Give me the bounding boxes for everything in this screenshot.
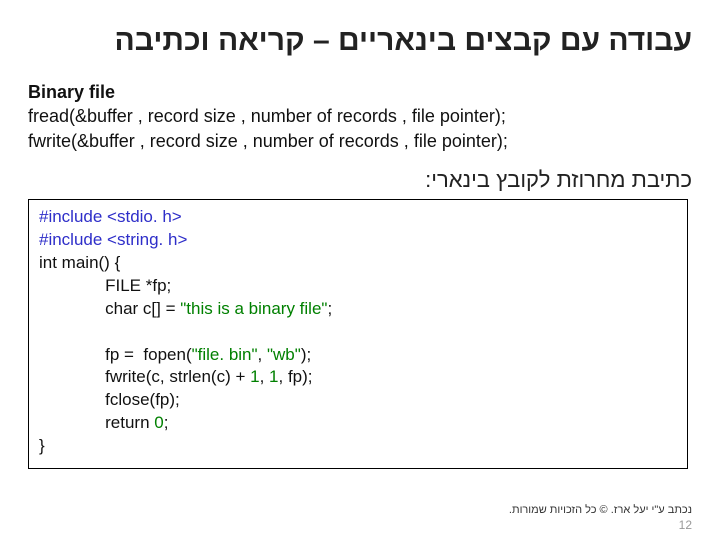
code-num-2: 1 — [269, 367, 278, 386]
code-return-c: ; — [164, 413, 169, 432]
code-num-3: 0 — [154, 413, 163, 432]
code-fwrite-c: , — [260, 367, 269, 386]
page-number: 12 — [509, 518, 692, 532]
code-return-a: return — [39, 413, 154, 432]
code-char-b: c[] — [143, 299, 161, 318]
desc-heading: Binary file — [28, 82, 115, 102]
code-filep: FILE *fp; — [39, 276, 171, 295]
slide-title: עבודה עם קבצים בינאריים – קריאה וכתיבה — [28, 24, 692, 58]
code-char-c: = — [161, 299, 180, 318]
code-string-2: "file. bin" — [192, 345, 258, 364]
code-include-2: #include — [39, 230, 102, 249]
code-num-1: 1 — [250, 367, 259, 386]
code-string-3: "wb" — [267, 345, 301, 364]
desc-fwrite: fwrite(&buffer , record size , number of… — [28, 131, 508, 151]
subtitle: כתיבת מחרוזת לקובץ בינארי: — [28, 167, 692, 193]
binary-file-description: Binary file fread(&buffer , record size … — [28, 80, 692, 153]
code-fopen-c: , — [258, 345, 267, 364]
code-char-e: ; — [327, 299, 332, 318]
code-fopen-a: fp = fopen( — [39, 345, 192, 364]
code-fwrite-e: , fp); — [279, 367, 313, 386]
code-main: int main() { — [39, 253, 120, 272]
code-include-1: #include — [39, 207, 102, 226]
code-closebrace: } — [39, 436, 45, 455]
code-fopen-e: ); — [301, 345, 311, 364]
code-block: #include <stdio. h> #include <string. h>… — [28, 199, 688, 469]
code-fclose: fclose(fp); — [39, 390, 180, 409]
code-char-a: char — [39, 299, 143, 318]
desc-fread: fread(&buffer , record size , number of … — [28, 106, 506, 126]
code-include-2-arg: <string. h> — [102, 230, 187, 249]
code-string-1: "this is a binary file" — [180, 299, 327, 318]
code-include-1-arg: <stdio. h> — [102, 207, 181, 226]
footer-credit: נכתב ע"י יעל ארז. © כל הזכויות שמורות. — [509, 504, 692, 516]
code-fwrite-a: fwrite(c, strlen(c) + — [39, 367, 250, 386]
